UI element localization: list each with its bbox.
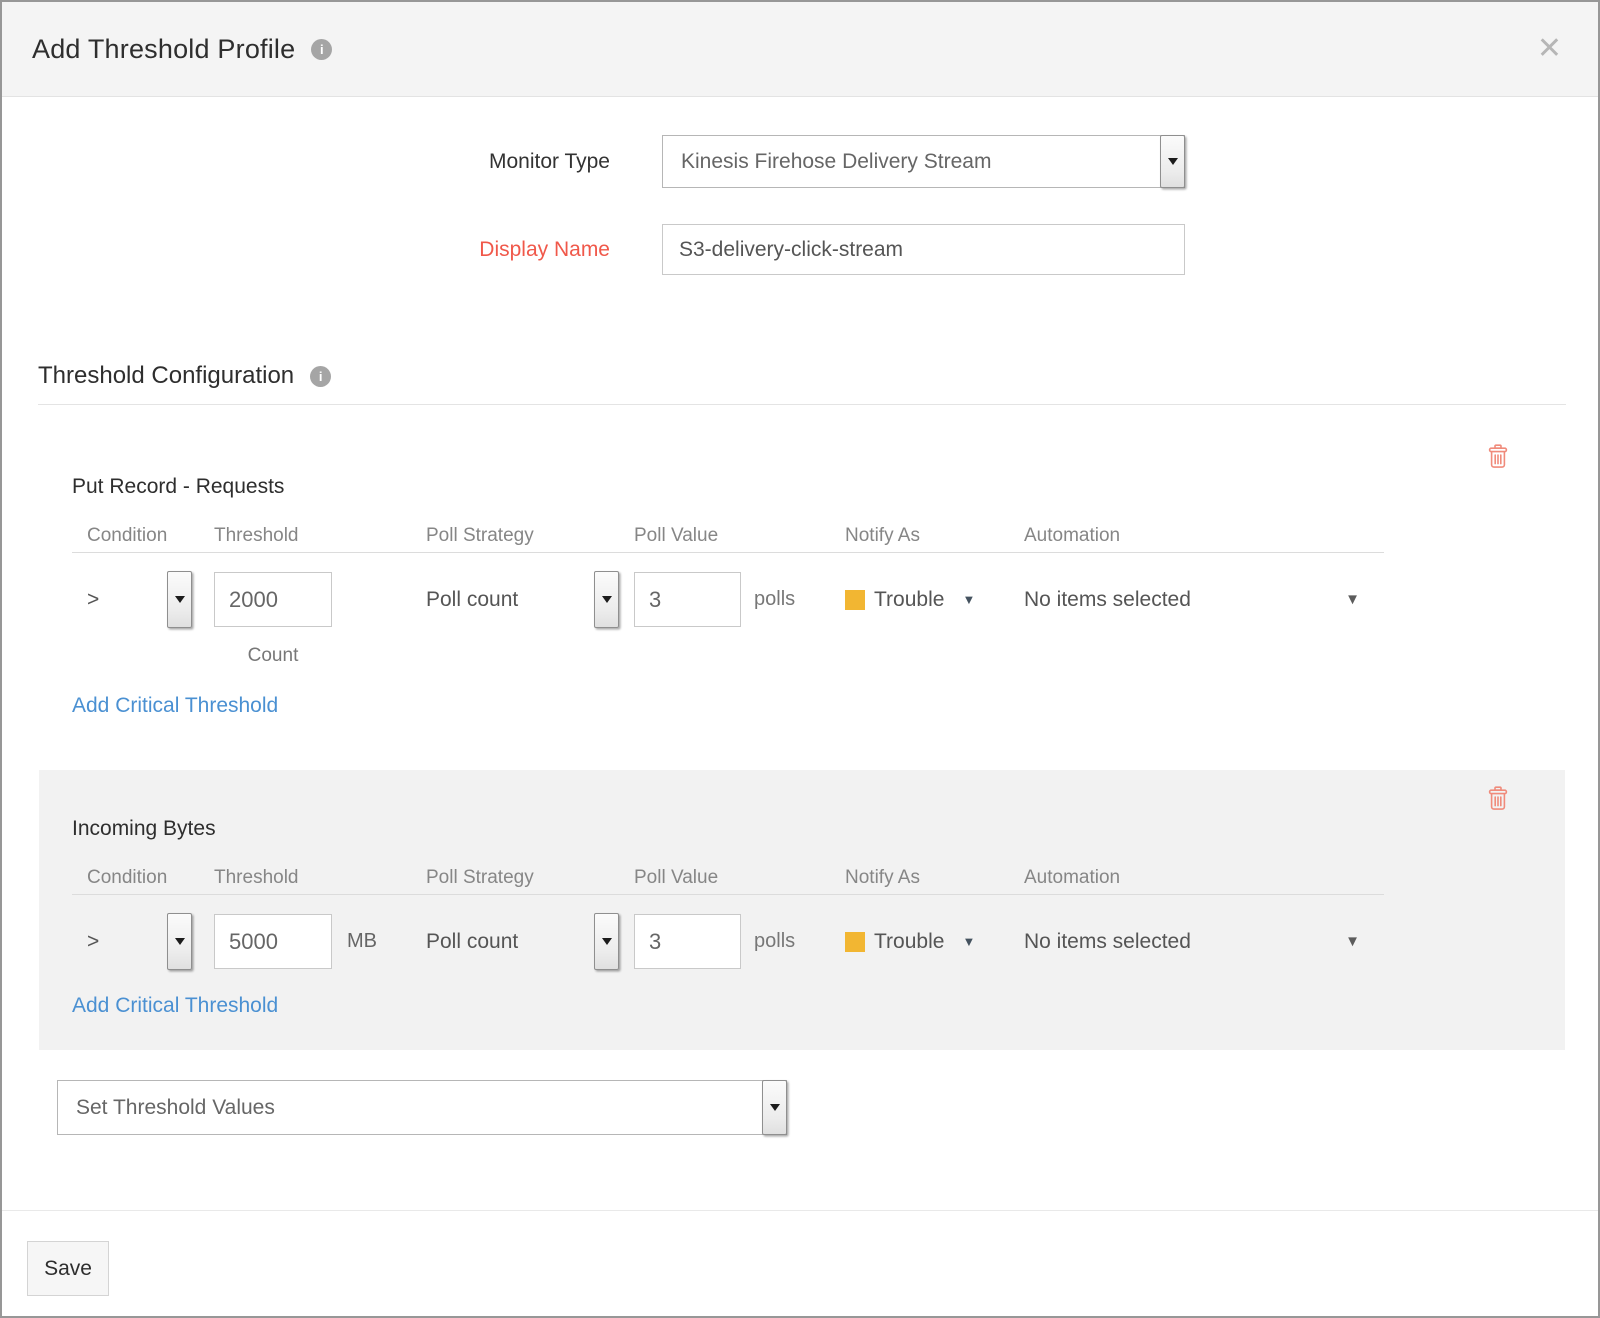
column-header-automation: Automation — [1024, 867, 1384, 889]
delete-threshold-button[interactable] — [1487, 444, 1509, 474]
close-icon[interactable]: ✕ — [1529, 30, 1570, 68]
add-critical-threshold-link[interactable]: Add Critical Threshold — [72, 994, 278, 1018]
metric-title: Put Record - Requests — [72, 475, 1565, 499]
poll-strategy-dropdown-button[interactable] — [594, 913, 619, 970]
display-name-row: Display Name — [2, 224, 1185, 275]
display-name-label: Display Name — [2, 238, 610, 262]
chevron-down-icon — [175, 938, 185, 945]
poll-strategy-select[interactable]: Poll count — [426, 571, 634, 628]
chevron-down-icon — [602, 938, 612, 945]
column-header-automation: Automation — [1024, 525, 1384, 547]
notify-as-value: Trouble — [874, 588, 944, 612]
trash-icon — [1487, 786, 1509, 811]
column-header-threshold: Threshold — [214, 525, 426, 547]
chevron-down-icon: ▼ — [962, 592, 975, 607]
column-header-row: Condition Threshold Poll Strategy Poll V… — [72, 525, 1384, 553]
metric-title: Incoming Bytes — [72, 817, 1565, 841]
page-title: Add Threshold Profile — [32, 34, 295, 65]
chevron-down-icon: ▼ — [1345, 591, 1360, 608]
chevron-down-icon: ▼ — [1345, 933, 1360, 950]
poll-value-unit-label: polls — [754, 930, 795, 953]
monitor-type-row: Monitor Type Kinesis Firehose Delivery S… — [2, 135, 1185, 188]
column-header-notify-as: Notify As — [845, 525, 1024, 547]
threshold-unit-label: MB — [347, 930, 377, 953]
column-header-poll-strategy: Poll Strategy — [426, 867, 634, 889]
threshold-row: > MB Poll count polls Troub — [72, 913, 1384, 970]
column-header-poll-value: Poll Value — [634, 867, 845, 889]
info-icon[interactable]: i — [311, 39, 332, 60]
monitor-type-label: Monitor Type — [2, 150, 610, 174]
column-header-notify-as: Notify As — [845, 867, 1024, 889]
chevron-down-icon — [175, 596, 185, 603]
add-critical-threshold-link[interactable]: Add Critical Threshold — [72, 694, 278, 718]
automation-value: No items selected — [1024, 930, 1191, 954]
chevron-down-icon — [602, 596, 612, 603]
threshold-block-incoming-bytes: Incoming Bytes Condition Threshold Poll … — [39, 770, 1565, 1050]
condition-value: > — [87, 930, 99, 954]
column-header-threshold: Threshold — [214, 867, 426, 889]
monitor-type-value: Kinesis Firehose Delivery Stream — [681, 150, 991, 174]
section-title: Threshold Configuration — [38, 362, 294, 390]
poll-value-unit-label: polls — [754, 588, 795, 611]
trash-icon — [1487, 444, 1509, 469]
condition-dropdown-button[interactable] — [167, 571, 192, 628]
threshold-row: > Count Poll count polls Tr — [72, 571, 1384, 628]
display-name-input[interactable] — [662, 224, 1185, 275]
threshold-input[interactable] — [214, 572, 332, 627]
monitor-type-dropdown-button[interactable] — [1160, 135, 1185, 188]
set-threshold-values-value: Set Threshold Values — [76, 1096, 275, 1120]
modal-header: Add Threshold Profile i ✕ — [2, 2, 1598, 97]
poll-strategy-value: Poll count — [426, 930, 518, 954]
modal-footer: Save — [2, 1210, 1598, 1318]
poll-strategy-dropdown-button[interactable] — [594, 571, 619, 628]
column-header-condition: Condition — [72, 867, 214, 889]
automation-dropdown[interactable]: No items selected ▼ — [1024, 588, 1384, 612]
column-header-poll-strategy: Poll Strategy — [426, 525, 634, 547]
threshold-unit-label: Count — [214, 645, 332, 667]
column-header-row: Condition Threshold Poll Strategy Poll V… — [72, 867, 1384, 895]
threshold-block-put-record: Put Record - Requests Condition Threshol… — [39, 428, 1565, 762]
poll-value-input[interactable] — [634, 572, 741, 627]
section-heading: Threshold Configuration i — [38, 362, 331, 390]
notify-as-dropdown[interactable]: Trouble ▼ — [845, 588, 1024, 612]
section-divider — [38, 404, 1566, 405]
chevron-down-icon: ▼ — [962, 934, 975, 949]
automation-dropdown[interactable]: No items selected ▼ — [1024, 930, 1384, 954]
poll-strategy-value: Poll count — [426, 588, 518, 612]
chevron-down-icon — [1168, 158, 1178, 165]
condition-value: > — [87, 588, 99, 612]
condition-dropdown-button[interactable] — [167, 913, 192, 970]
poll-strategy-select[interactable]: Poll count — [426, 913, 634, 970]
set-threshold-values-select[interactable]: Set Threshold Values — [57, 1080, 787, 1135]
condition-select[interactable]: > — [72, 913, 214, 970]
automation-value: No items selected — [1024, 588, 1191, 612]
column-header-poll-value: Poll Value — [634, 525, 845, 547]
chevron-down-icon — [770, 1104, 780, 1111]
add-threshold-profile-modal: Add Threshold Profile i ✕ Monitor Type K… — [0, 0, 1600, 1318]
trouble-color-swatch — [845, 590, 865, 610]
notify-as-dropdown[interactable]: Trouble ▼ — [845, 930, 1024, 954]
delete-threshold-button[interactable] — [1487, 786, 1509, 816]
condition-select[interactable]: > — [72, 571, 214, 628]
threshold-input[interactable] — [214, 914, 332, 969]
trouble-color-swatch — [845, 932, 865, 952]
set-threshold-values-dropdown-button[interactable] — [762, 1080, 787, 1135]
notify-as-value: Trouble — [874, 930, 944, 954]
monitor-type-select[interactable]: Kinesis Firehose Delivery Stream — [662, 135, 1185, 188]
save-button[interactable]: Save — [27, 1241, 109, 1296]
info-icon[interactable]: i — [310, 366, 331, 387]
column-header-condition: Condition — [72, 525, 214, 547]
poll-value-input[interactable] — [634, 914, 741, 969]
